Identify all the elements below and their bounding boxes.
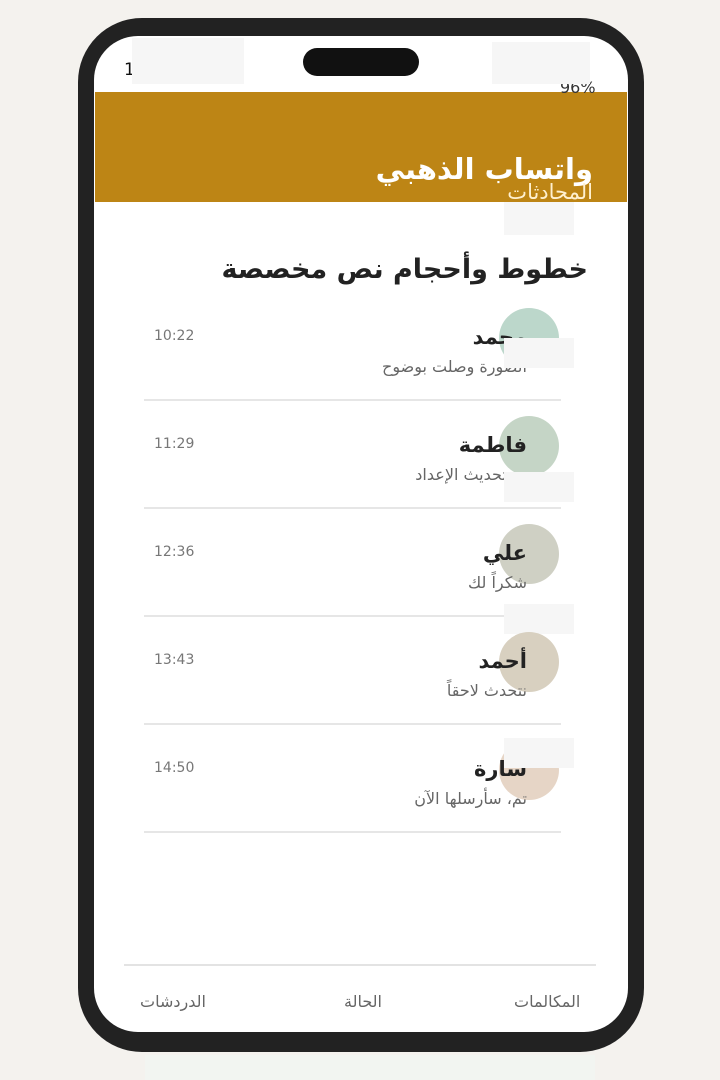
header-subtitle: المحادثات bbox=[507, 180, 593, 204]
nav-chats[interactable]: الدردشات bbox=[140, 992, 206, 1011]
status-overlay-left bbox=[132, 38, 244, 84]
phone-screen: 1 96% واتساب الذهبي المحادثات خطوط وأحجا… bbox=[94, 36, 628, 1032]
app-header: واتساب الذهبي المحادثات bbox=[95, 92, 627, 204]
chat-row[interactable]: محمد الصورة وصلت بوضوح 10:22 bbox=[144, 291, 561, 401]
chat-name: فاطمة bbox=[458, 433, 527, 457]
overlay-patch bbox=[504, 202, 574, 235]
status-overlay-right bbox=[492, 42, 590, 84]
chat-preview: نتحدث لاحقاً bbox=[446, 681, 527, 700]
chat-row[interactable]: أحمد نتحدث لاحقاً 13:43 bbox=[144, 615, 561, 725]
section-title: خطوط وأحجام نص مخصصة bbox=[221, 254, 588, 285]
phone-frame: 1 96% واتساب الذهبي المحادثات خطوط وأحجا… bbox=[78, 18, 644, 1052]
chat-preview: تم، سأرسلها الآن bbox=[414, 789, 527, 808]
chat-time: 10:22 bbox=[154, 328, 195, 344]
chat-row[interactable]: فاطمة تم تحديث الإعداد 11:29 bbox=[144, 399, 561, 509]
nav-calls[interactable]: المكالمات bbox=[514, 992, 580, 1011]
chat-time: 12:36 bbox=[154, 544, 195, 560]
chat-name: أحمد bbox=[478, 649, 527, 673]
camera-notch bbox=[303, 48, 419, 76]
chat-time: 14:50 bbox=[154, 760, 195, 776]
nav-status[interactable]: الحالة bbox=[344, 992, 382, 1011]
overlay-patch bbox=[504, 738, 574, 768]
overlay-patch bbox=[504, 472, 574, 502]
chat-name: علي bbox=[482, 541, 527, 565]
background-strip bbox=[145, 1055, 595, 1080]
bottom-nav-divider bbox=[124, 964, 596, 966]
chat-row[interactable]: علي شكراً لك 12:36 bbox=[144, 507, 561, 617]
overlay-patch bbox=[504, 338, 574, 368]
chat-time: 13:43 bbox=[154, 652, 195, 668]
chat-preview: شكراً لك bbox=[468, 573, 527, 592]
chat-row[interactable]: سارة تم، سأرسلها الآن 14:50 bbox=[144, 723, 561, 833]
chat-time: 11:29 bbox=[154, 436, 195, 452]
